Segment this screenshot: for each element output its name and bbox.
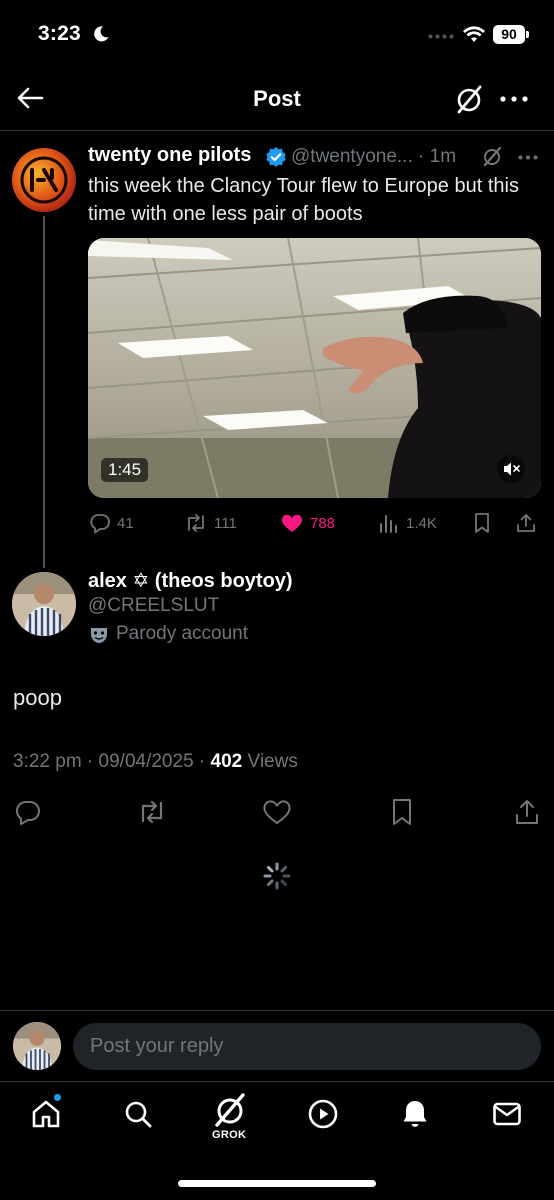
battery-cap (526, 31, 529, 38)
share-button[interactable] (513, 798, 541, 826)
nav-home[interactable] (30, 1098, 62, 1130)
parody-mask-icon (89, 625, 109, 645)
more-icon[interactable] (500, 96, 528, 102)
reply-input[interactable] (73, 1023, 541, 1070)
wifi-icon (462, 25, 486, 43)
grok-label: GROK (212, 1129, 247, 1141)
bookmark-icon (393, 799, 411, 825)
grok-icon[interactable] (481, 145, 503, 167)
share-button[interactable] (515, 512, 537, 534)
mail-icon (493, 1102, 521, 1126)
timestamp: 3:22 pm · 09/04/2025 · (13, 751, 211, 772)
nav-divider (0, 1081, 554, 1082)
heart-icon (281, 514, 303, 532)
reply-icon (15, 801, 40, 825)
post-text: poop (13, 685, 62, 710)
author-handle[interactable]: @CREELSLUT (88, 595, 219, 617)
reply-bar-divider (0, 1010, 554, 1011)
nav-video[interactable] (307, 1098, 339, 1130)
video-duration: 1:45 (101, 458, 149, 482)
bookmark-button[interactable] (472, 512, 492, 534)
views-label: Views (242, 751, 298, 772)
author-name[interactable]: twenty one pilots (88, 144, 251, 167)
home-notification-dot (53, 1093, 62, 1102)
author-name[interactable]: alex ✡ (theos boytoy) (88, 568, 293, 593)
header-divider (0, 130, 554, 131)
repost-button[interactable] (136, 798, 168, 826)
like-count: 788 (310, 514, 336, 532)
grok-icon[interactable] (453, 83, 485, 115)
home-icon (32, 1100, 60, 1128)
repost-button[interactable]: 111 (184, 512, 237, 534)
parody-label: Parody account (116, 623, 249, 644)
reply-icon (90, 514, 110, 534)
views-count: 1.4K (406, 514, 437, 532)
verified-badge-icon (265, 146, 287, 168)
video-player[interactable] (88, 238, 541, 498)
share-icon (517, 514, 535, 532)
avatar[interactable] (12, 572, 76, 636)
bookmark-icon (475, 513, 489, 533)
moon-icon (92, 25, 110, 43)
heart-icon (263, 800, 291, 824)
post-text: this week the Clancy Tour flew to Europe… (88, 175, 519, 225)
repost-icon (188, 514, 204, 532)
author-handle-time[interactable]: @twentyone... · 1m (291, 146, 456, 168)
avatar (13, 1022, 61, 1070)
reply-count: 41 (117, 514, 134, 532)
home-indicator (178, 1180, 376, 1187)
status-time: 3:23 (38, 22, 81, 45)
like-button[interactable]: 788 (280, 512, 335, 534)
share-icon (516, 800, 538, 824)
repost-icon (141, 800, 163, 824)
search-icon (125, 1101, 152, 1128)
signal-dots-icon (428, 34, 454, 39)
thread-line (43, 216, 45, 568)
like-button[interactable] (262, 798, 292, 826)
more-icon[interactable] (518, 155, 538, 160)
bell-icon (403, 1101, 427, 1127)
reply-button[interactable]: 41 (89, 512, 134, 534)
views-icon (380, 515, 397, 533)
battery-indicator: 90 (493, 25, 525, 44)
loading-spinner-icon (262, 861, 292, 891)
nav-messages[interactable] (491, 1098, 523, 1130)
bookmark-button[interactable] (390, 798, 414, 826)
nav-search[interactable] (122, 1098, 154, 1130)
repost-count: 111 (214, 514, 237, 532)
nav-grok[interactable] (211, 1092, 249, 1128)
post-meta: 3:22 pm · 09/04/2025 · 402 Views (13, 751, 298, 773)
mute-icon[interactable] (497, 455, 525, 483)
play-icon (308, 1099, 338, 1129)
views-count: 402 (210, 751, 243, 772)
avatar[interactable] (12, 148, 76, 212)
nav-notifications[interactable] (399, 1098, 431, 1130)
grok-icon (215, 1093, 245, 1127)
reply-button[interactable] (14, 798, 42, 826)
views-button[interactable]: 1.4K (378, 512, 437, 534)
